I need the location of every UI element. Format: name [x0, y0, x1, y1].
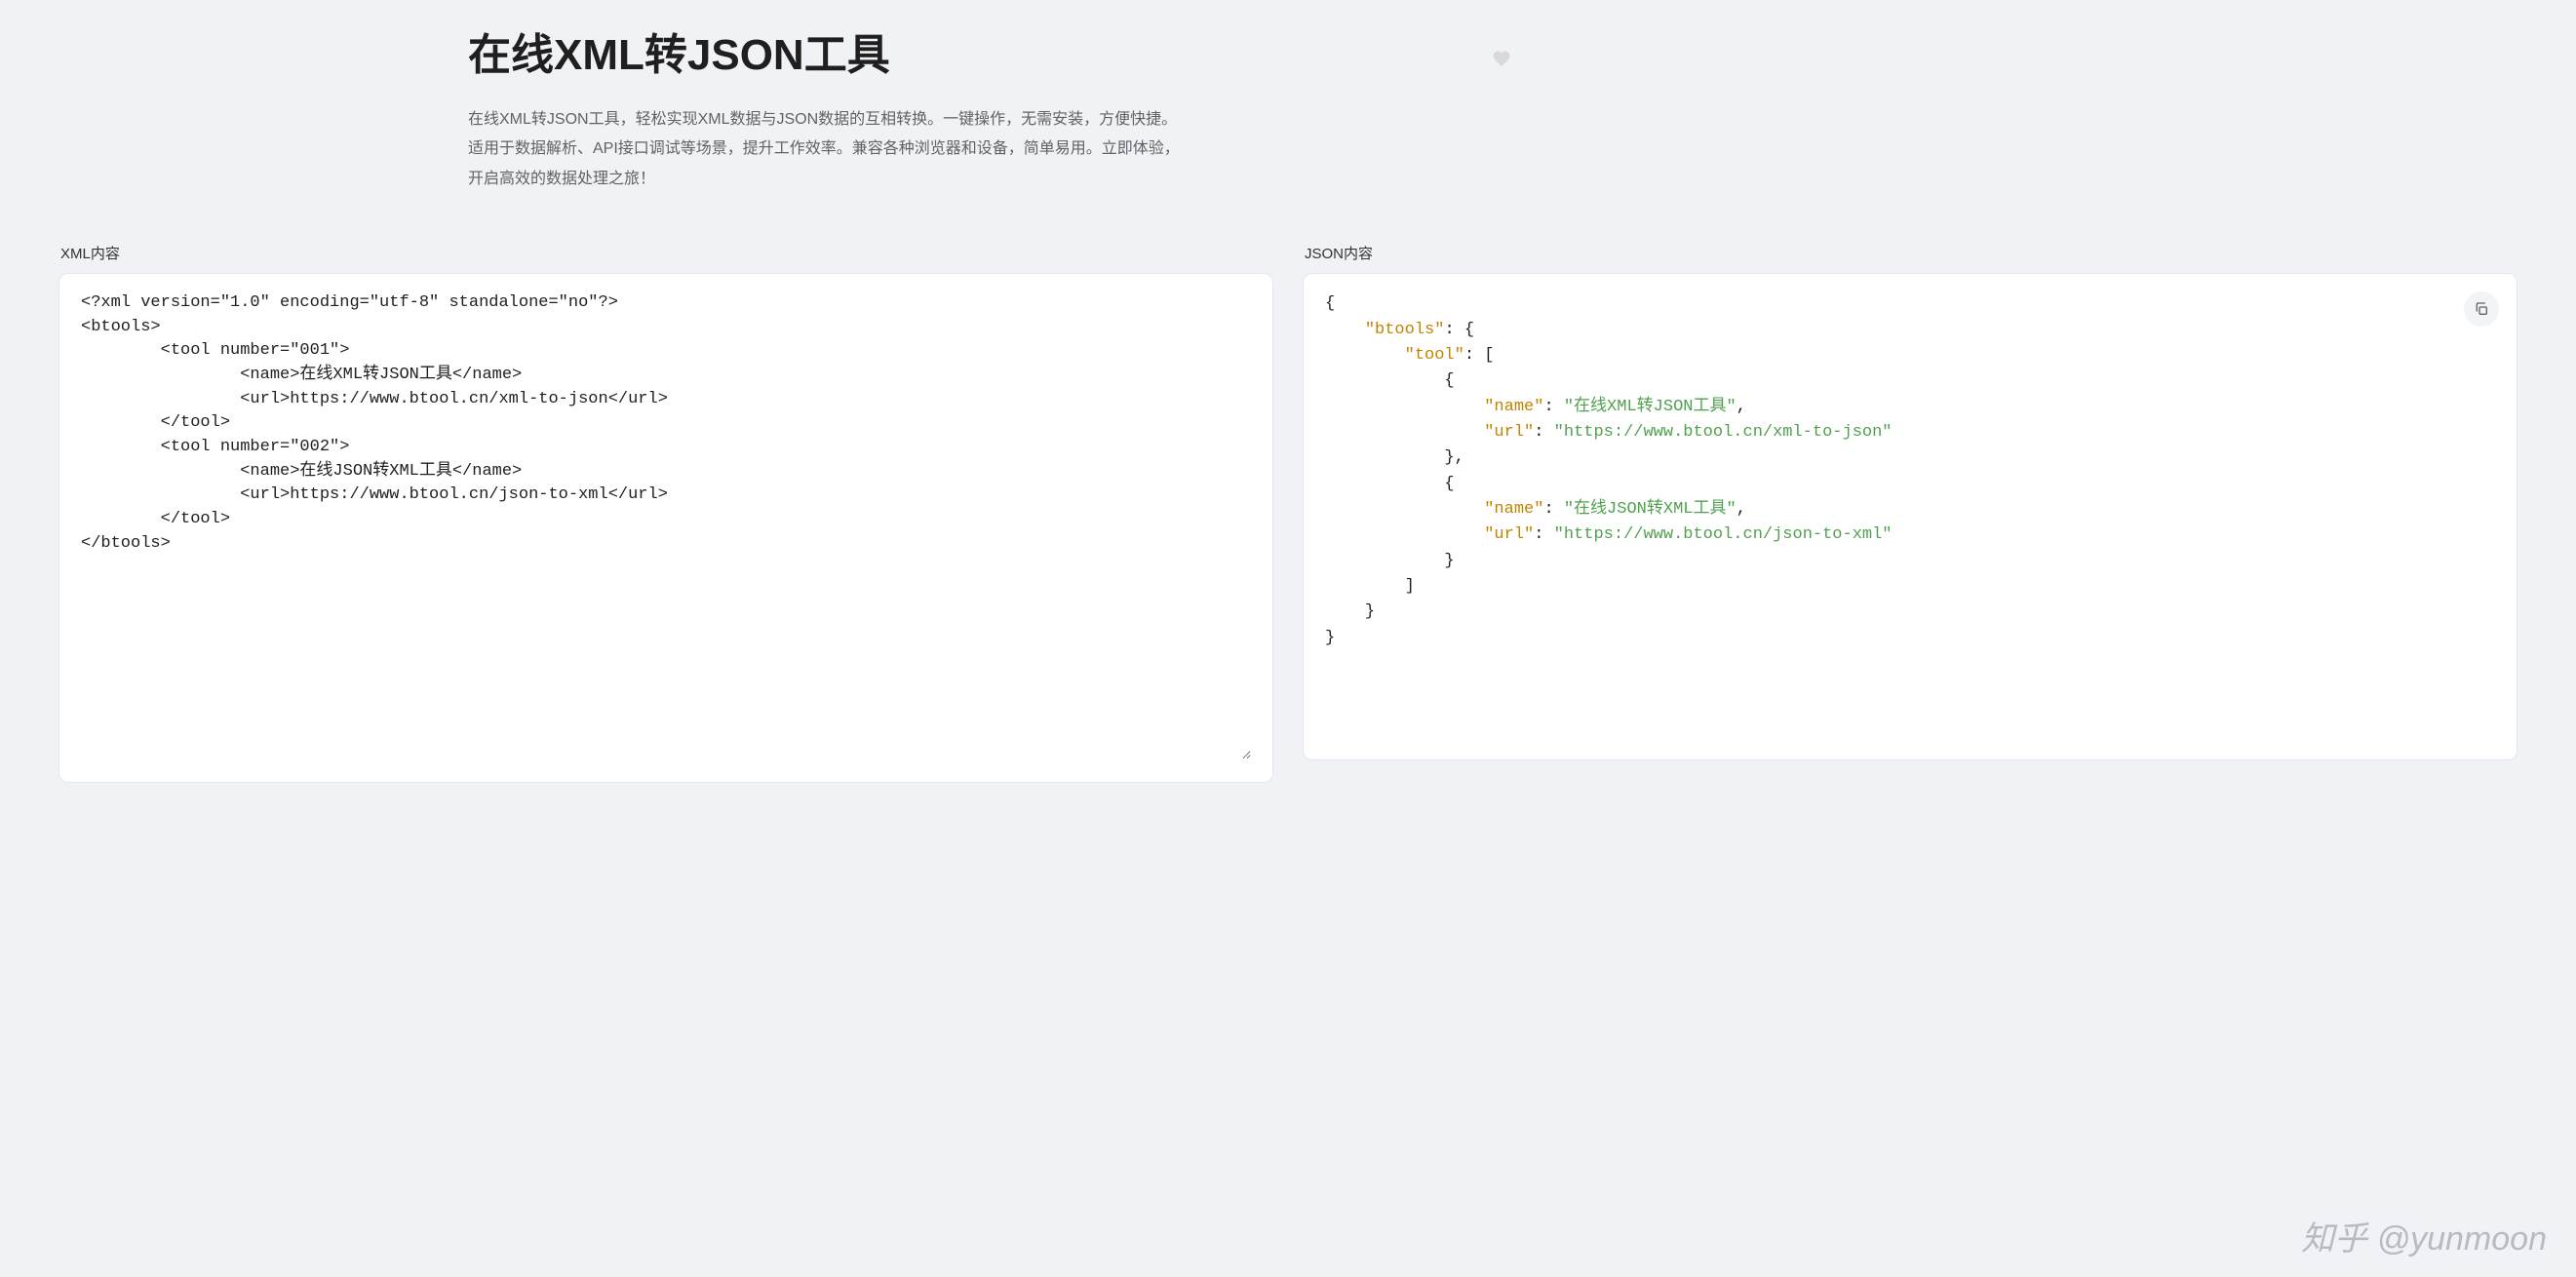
json-panel-box: { "btools": { "tool": [ { "name": "在线XML…	[1303, 273, 2517, 760]
xml-panel: XML内容	[59, 243, 1273, 783]
json-panel: JSON内容 { "btools": { "tool": [ { "name":…	[1303, 243, 2517, 783]
header: 在线XML转JSON工具 在线XML转JSON工具，轻松实现XML数据与JSON…	[468, 19, 1199, 194]
panels-container: XML内容 JSON内容 { "btools": { "tool": [ { "…	[59, 243, 2517, 783]
xml-input[interactable]	[81, 291, 1251, 759]
xml-panel-label: XML内容	[59, 243, 1273, 263]
copy-button[interactable]	[2464, 291, 2499, 327]
favorite-heart-icon[interactable]	[1492, 49, 1511, 74]
page-title: 在线XML转JSON工具	[468, 19, 1199, 82]
xml-panel-box	[59, 273, 1273, 783]
json-panel-label: JSON内容	[1303, 243, 2517, 263]
json-output: { "btools": { "tool": [ { "name": "在线XML…	[1325, 291, 2495, 651]
copy-icon	[2474, 301, 2489, 317]
watermark: 知乎 @yunmoon	[2301, 1212, 2547, 1259]
page-description: 在线XML转JSON工具，轻松实现XML数据与JSON数据的互相转换。一键操作，…	[468, 105, 1180, 194]
